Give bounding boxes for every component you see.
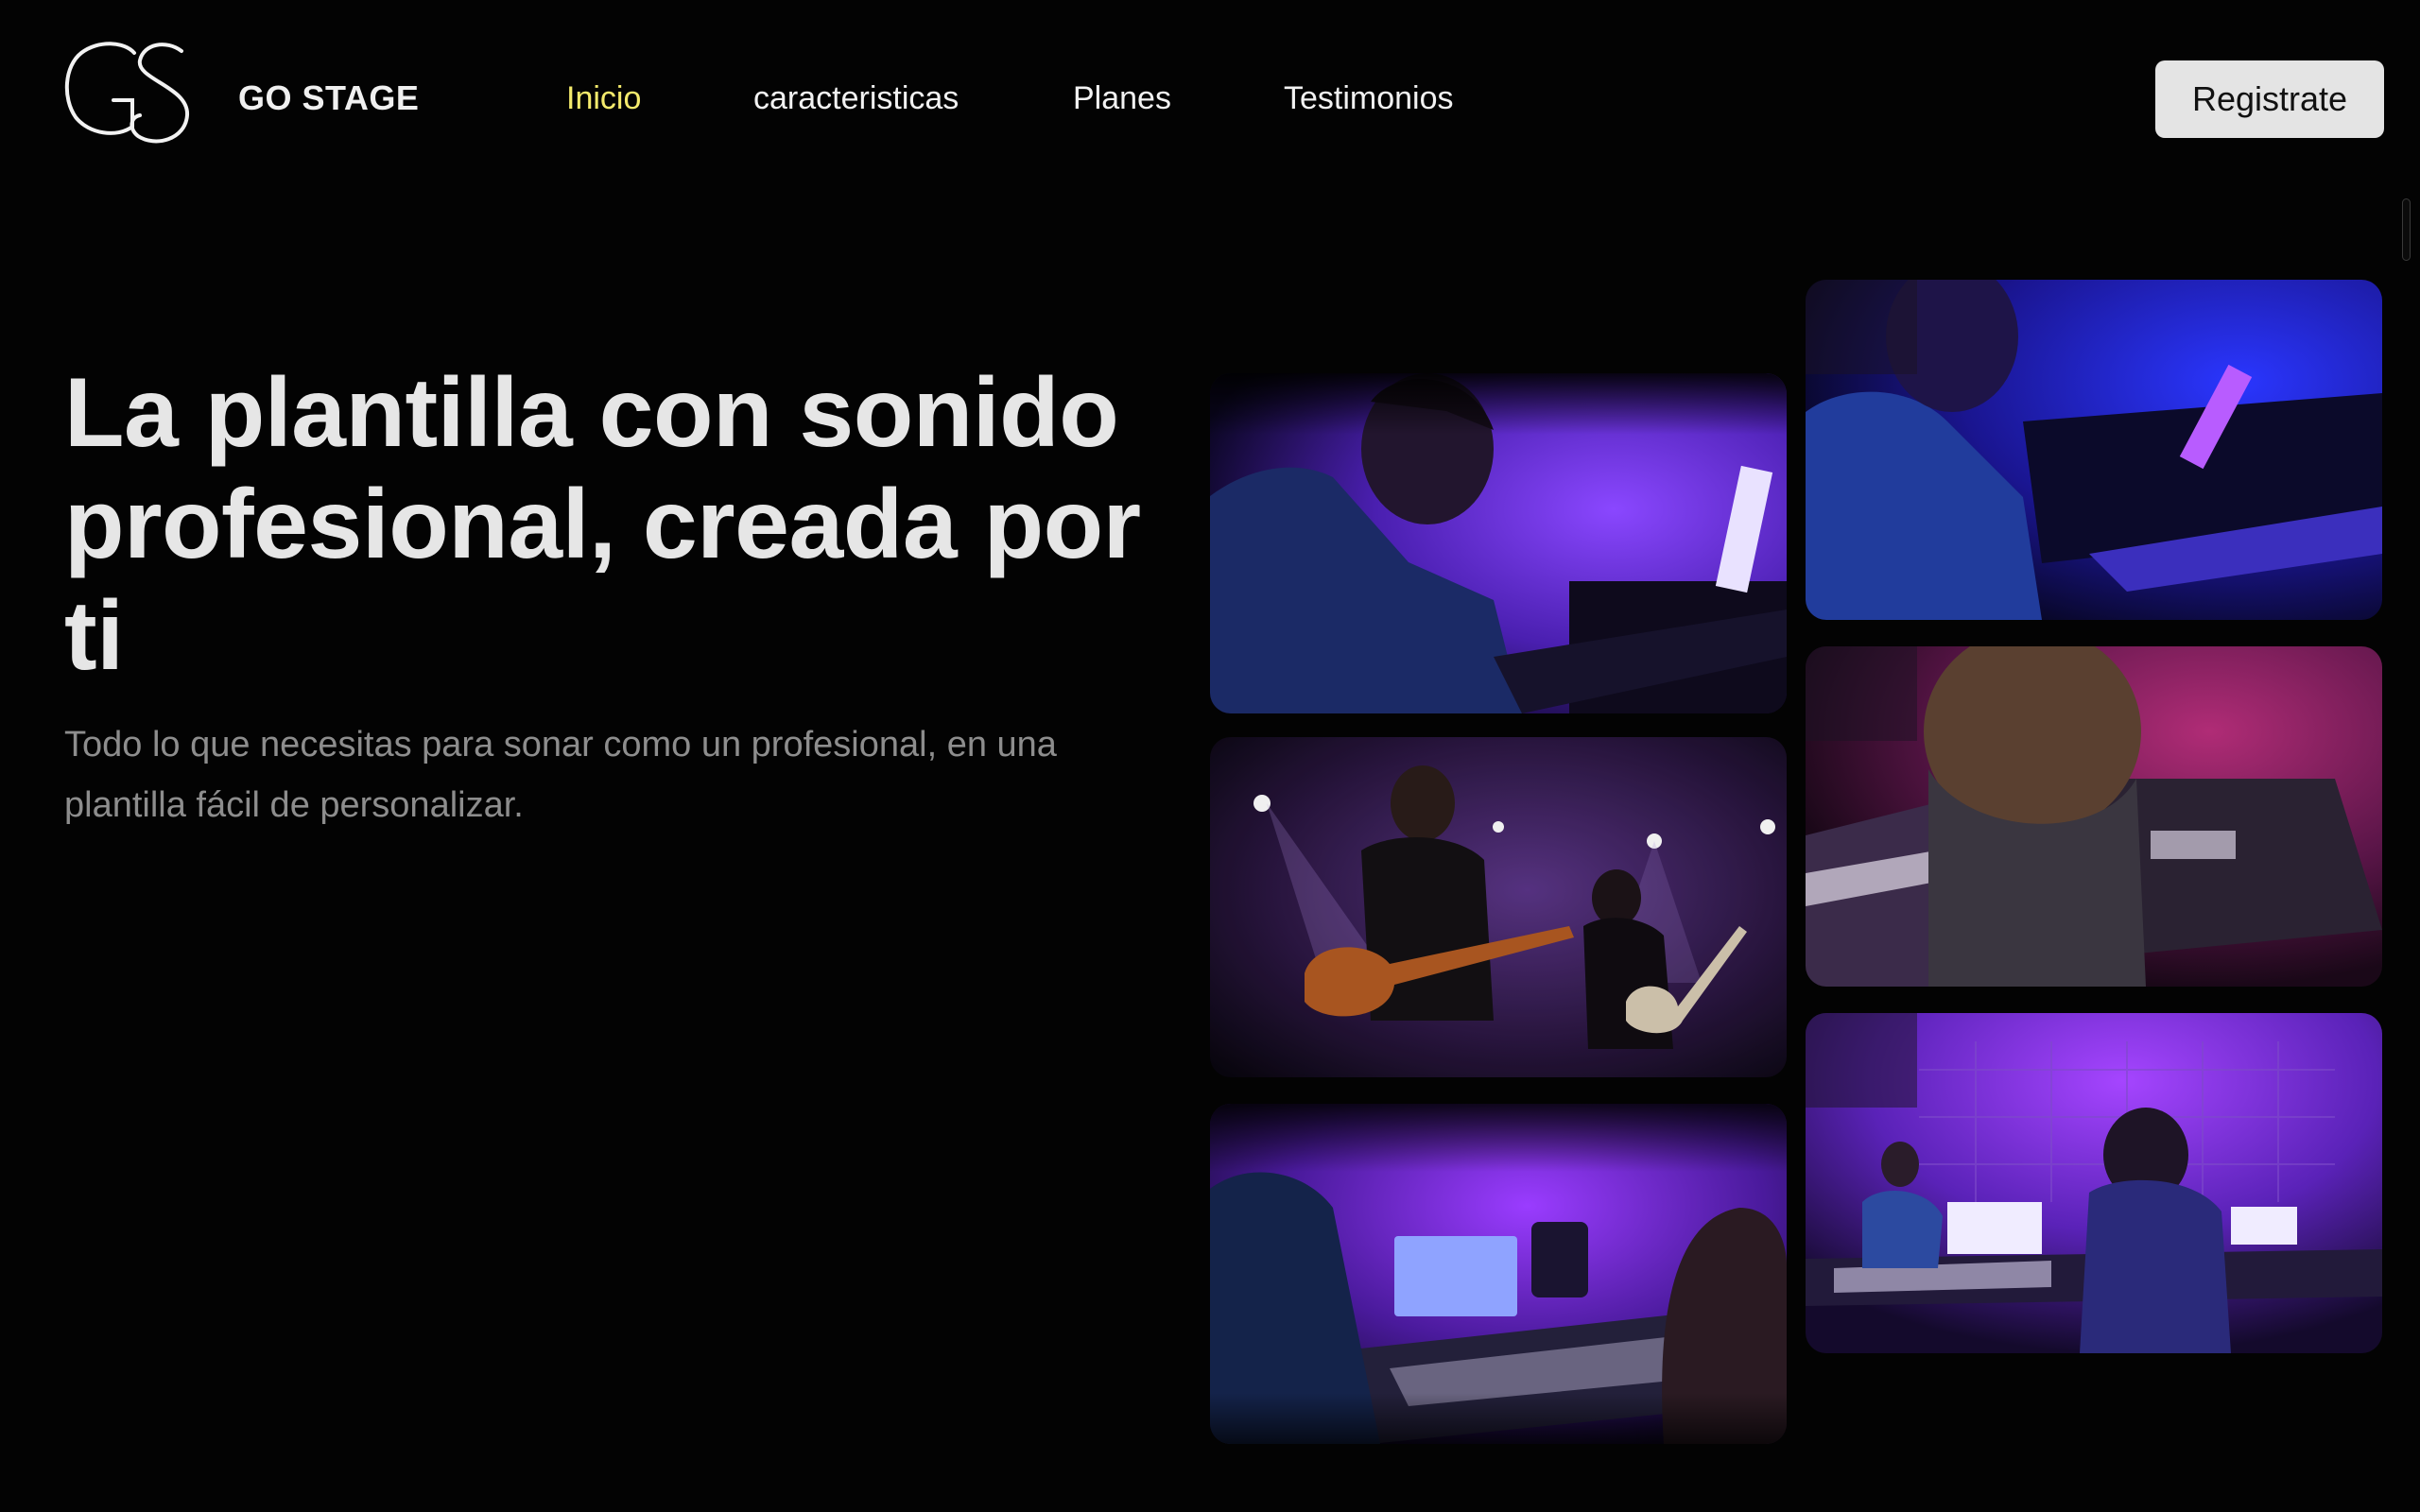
- gs-monogram-icon: [64, 42, 190, 144]
- pianist-image: [1806, 280, 2382, 620]
- gallery-photo: [1806, 1013, 2382, 1353]
- hero-title: La plantilla con sonido profesional, cre…: [64, 358, 1141, 691]
- nav-item-inicio[interactable]: Inicio: [566, 79, 641, 117]
- nav-item-testimonios[interactable]: Testimonios: [1284, 79, 1454, 117]
- mixing-console-image: [1210, 1104, 1787, 1444]
- landing-page: GO STAGE Inicio caracteristicas Planes T…: [0, 0, 2420, 1512]
- gallery-photo: [1210, 737, 1787, 1077]
- live-band-image: [1210, 737, 1787, 1077]
- brand-name[interactable]: GO STAGE: [238, 79, 419, 117]
- keyboard-player-image: [1210, 373, 1787, 713]
- nav-item-caracteristicas[interactable]: caracteristicas: [753, 79, 959, 117]
- brand-logo[interactable]: [60, 38, 202, 149]
- gallery-photo: [1210, 373, 1787, 713]
- nav-item-planes[interactable]: Planes: [1073, 79, 1171, 117]
- page-scrollbar[interactable]: [2402, 198, 2411, 261]
- gallery-photo: [1210, 1104, 1787, 1444]
- register-button[interactable]: Registrate: [2155, 60, 2384, 138]
- hero-subtitle: Todo lo que necesitas para sonar como un…: [64, 725, 1057, 825]
- gallery-photo: [1806, 646, 2382, 987]
- synthesizer-image: [1806, 646, 2382, 987]
- recording-studio-image: [1806, 1013, 2382, 1353]
- gallery-photo: [1806, 280, 2382, 620]
